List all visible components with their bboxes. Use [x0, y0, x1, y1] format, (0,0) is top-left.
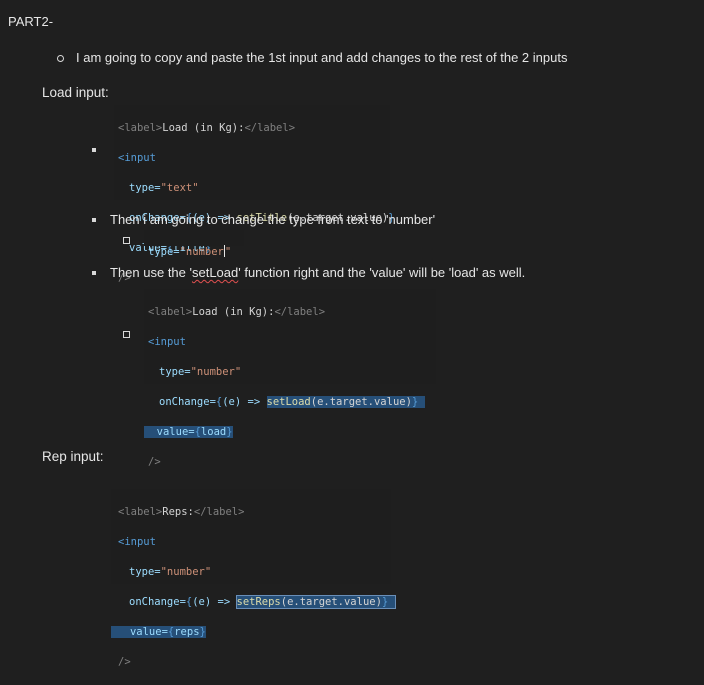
- code-token: </label>: [193, 506, 245, 518]
- code-token: type=: [129, 182, 161, 194]
- code-token: value=: [129, 626, 168, 638]
- code-token: <label>: [148, 306, 193, 318]
- code-token: <input: [118, 536, 156, 548]
- code-token: <label>: [118, 122, 163, 134]
- code-token: (e.target.value): [280, 596, 382, 608]
- code-snippet-type-number: type="number": [144, 230, 244, 258]
- intro-text: I am going to copy and paste the 1st inp…: [76, 50, 568, 65]
- step-text-part: ' function right and the 'value' will be…: [238, 265, 526, 280]
- code-block-load-original: <label>Load (in Kg):</label> <input type…: [114, 105, 395, 284]
- code-token: value=: [156, 426, 195, 438]
- code-token: "number: [179, 246, 224, 258]
- code-token: type=: [159, 366, 191, 378]
- code-token: Reps:: [162, 506, 194, 518]
- code-token: }: [226, 426, 233, 438]
- code-token: (e) =>: [192, 596, 231, 608]
- rep-section-label: Rep input:: [42, 449, 104, 464]
- code-selection: value={reps}: [111, 626, 206, 638]
- square-bullet-icon: [92, 218, 96, 222]
- step-change-type-text: Then i am going to change the type from …: [110, 212, 436, 227]
- load-section-label: Load input:: [42, 85, 109, 100]
- code-token: />: [118, 656, 131, 668]
- code-token: "text": [160, 182, 199, 194]
- code-token: "number": [160, 566, 212, 578]
- code-token: />: [148, 456, 161, 468]
- step-setload-text: Then use the 'setLoad' function right an…: [110, 265, 525, 280]
- code-token: Load (in Kg):: [192, 306, 275, 318]
- code-token: <input: [118, 152, 156, 164]
- code-token: type=: [129, 566, 161, 578]
- code-token: reps: [174, 626, 200, 638]
- code-token: type=: [148, 246, 180, 258]
- code-token: ": [224, 246, 232, 258]
- code-token: <label>: [118, 506, 163, 518]
- hollow-square-bullet-icon: [123, 237, 130, 244]
- code-token: }: [199, 626, 206, 638]
- code-token: load: [200, 426, 227, 438]
- code-token: </label>: [244, 122, 296, 134]
- code-token: onChange=: [159, 396, 216, 408]
- code-token: <input: [148, 336, 186, 348]
- hollow-square-bullet-icon: [123, 331, 130, 338]
- step-text-part: Then use the ': [110, 265, 192, 280]
- hollow-circle-bullet-icon: [57, 55, 64, 62]
- code-token: setLoad: [266, 396, 311, 408]
- code-selection: value={load}: [144, 426, 233, 438]
- code-block-reps: <label>Reps:</label> <input type="number…: [111, 489, 396, 668]
- code-token: setReps: [236, 596, 281, 608]
- square-bullet-icon: [92, 271, 96, 275]
- code-token: onChange=: [129, 596, 186, 608]
- square-bullet-icon: [92, 148, 96, 152]
- code-block-load-modified: <label>Load (in Kg):</label> <input type…: [144, 289, 436, 468]
- code-token: (e) =>: [222, 396, 261, 408]
- page-heading: PART2-: [8, 14, 54, 29]
- code-token: "number": [190, 366, 242, 378]
- code-selection: setLoad(e.target.value)}: [266, 396, 425, 408]
- code-token: }: [411, 396, 419, 408]
- code-token: Load (in Kg):: [162, 122, 245, 134]
- code-token: }: [381, 596, 389, 608]
- code-selection: setReps(e.target.value)}: [235, 595, 396, 609]
- spellcheck-word: setLoad: [191, 265, 239, 280]
- code-token: </label>: [274, 306, 326, 318]
- code-token: (e.target.value): [310, 396, 412, 408]
